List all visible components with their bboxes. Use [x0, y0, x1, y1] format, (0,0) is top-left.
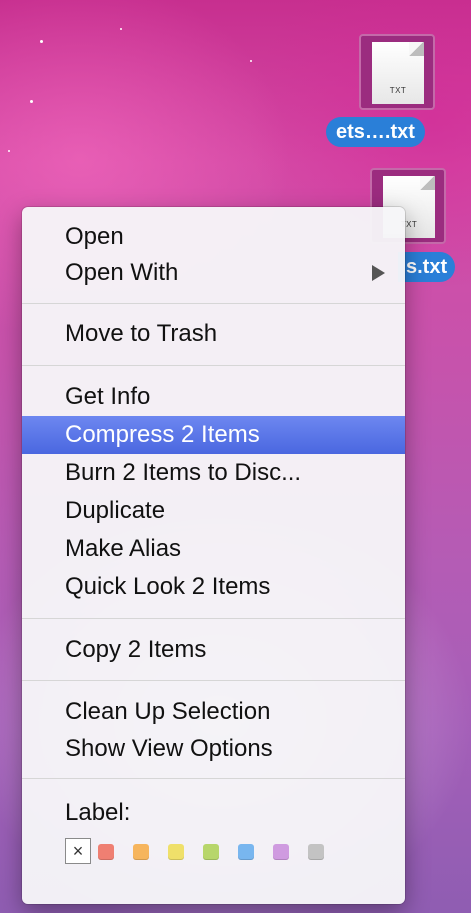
context-menu: Open Open With Move to Trash Get Info Co… [22, 207, 405, 904]
label-green-swatch[interactable] [203, 844, 219, 860]
menu-item-quick-look[interactable]: Quick Look 2 Items [22, 568, 405, 606]
menu-item-compress[interactable]: Compress 2 Items [22, 416, 405, 454]
label-orange-swatch[interactable] [133, 844, 149, 860]
submenu-arrow-icon [372, 265, 385, 281]
page-fold [409, 42, 424, 56]
file-name-label[interactable]: s.txt [398, 252, 456, 282]
menu-item-open[interactable]: Open [22, 218, 405, 256]
txt-file-icon[interactable]: TXT [359, 34, 435, 110]
label-blue-swatch[interactable] [238, 844, 254, 860]
file-name-label[interactable]: ets….txt [326, 117, 425, 147]
label-gray-swatch[interactable] [308, 844, 324, 860]
menu-separator [22, 680, 405, 681]
label-none-button[interactable]: × [65, 838, 91, 864]
menu-item-duplicate[interactable]: Duplicate [22, 492, 405, 530]
wallpaper-star [8, 150, 10, 152]
menu-separator [22, 778, 405, 779]
label-red-swatch[interactable] [98, 844, 114, 860]
page-fold [420, 176, 435, 190]
menu-item-copy[interactable]: Copy 2 Items [22, 631, 405, 669]
wallpaper-star [250, 60, 252, 62]
wallpaper-star [120, 28, 122, 30]
menu-item-open-with[interactable]: Open With [22, 254, 405, 292]
menu-separator [22, 365, 405, 366]
menu-separator [22, 303, 405, 304]
menu-item-move-to-trash[interactable]: Move to Trash [22, 315, 405, 353]
label-swatches: × [65, 838, 365, 868]
menu-item-clean-up-selection[interactable]: Clean Up Selection [22, 693, 405, 731]
label-section-title: Label: [65, 799, 131, 826]
menu-item-label: Open With [65, 259, 179, 286]
menu-separator [22, 618, 405, 619]
wallpaper-star [40, 40, 43, 43]
file-type-label: TXT [389, 86, 407, 95]
label-purple-swatch[interactable] [273, 844, 289, 860]
label-yellow-swatch[interactable] [168, 844, 184, 860]
menu-item-get-info[interactable]: Get Info [22, 378, 405, 416]
menu-item-burn-to-disc[interactable]: Burn 2 Items to Disc... [22, 454, 405, 492]
wallpaper-star [30, 100, 33, 103]
menu-item-make-alias[interactable]: Make Alias [22, 530, 405, 568]
menu-item-show-view-options[interactable]: Show View Options [22, 730, 405, 768]
